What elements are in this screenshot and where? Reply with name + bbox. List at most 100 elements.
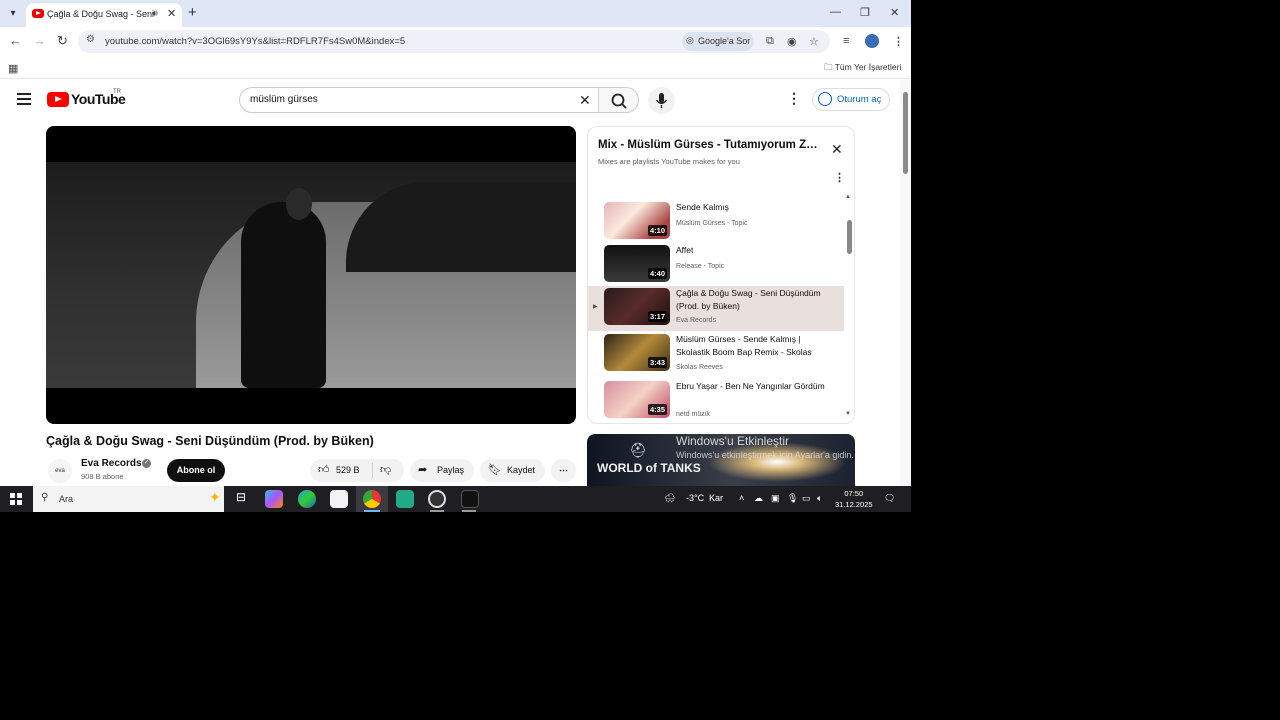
network-icon[interactable]: ▭ — [802, 493, 811, 504]
thumbnail: 3:17 — [604, 288, 670, 325]
maximize-icon[interactable]: ❐ — [860, 6, 870, 19]
voice-search-button[interactable] — [648, 87, 675, 114]
youtube-logo-icon[interactable] — [47, 92, 69, 107]
list-item[interactable]: 4:10 Sende Kalmış Müslüm Gürses - Topic — [588, 200, 844, 242]
scroll-up-icon[interactable]: ▲ — [845, 194, 851, 200]
url-text[interactable]: youtube.com/watch?v=3OGl69sY9Ys&list=RDF… — [105, 36, 405, 47]
more-actions-icon[interactable]: ⋯ — [551, 459, 576, 482]
activation-title: Windows'u Etkinleştir — [676, 434, 789, 448]
lens-icon: ◎ — [686, 35, 694, 45]
all-bookmarks-label: Tüm Yer İşaretleri — [834, 62, 902, 72]
playlist-subtitle: Mixes are playlists YouTube makes for yo… — [598, 157, 740, 166]
speaker-icon[interactable]: 🔊︎ — [152, 8, 158, 19]
browser-tab[interactable]: Çağla & Doğu Swag - Seni 🔊︎ ✕ — [26, 3, 182, 27]
chrome-icon[interactable] — [363, 490, 381, 508]
forward-icon[interactable]: → — [33, 33, 46, 48]
epic-games-icon[interactable] — [461, 490, 479, 508]
sign-in-label: Oturum aç — [837, 94, 882, 105]
playlist-more-icon[interactable]: ⋮ — [834, 171, 845, 184]
youtube-page: YouTube TR müslüm gürses ✕ ⋮ Oturum aç Ç… — [0, 80, 900, 486]
duration: 3:43 — [647, 357, 667, 368]
scroll-down-icon[interactable]: ▼ — [845, 411, 851, 417]
thumbnail: 3:43 — [604, 334, 670, 371]
channel-name[interactable]: Eva Records — [81, 458, 142, 469]
page-scrollbar[interactable] — [900, 80, 911, 486]
like-count[interactable]: 529 B — [336, 459, 360, 482]
verified-icon: ✓ — [142, 459, 151, 468]
tray-chevron-icon[interactable]: ˄ — [739, 493, 744, 503]
browser-toolbar: ← → ↻ ⚙ youtube.com/watch?v=3OGl69sY9Ys&… — [0, 27, 911, 57]
sign-in-button[interactable]: Oturum aç — [812, 88, 890, 111]
like-divider — [372, 463, 373, 478]
weather-temp[interactable]: -3°C — [686, 493, 704, 503]
tab-close-icon[interactable]: ✕ — [167, 7, 176, 20]
like-dislike-group: 👍︎ 529 B 👎︎ — [310, 459, 404, 482]
notifications-icon[interactable]: 🗨︎ — [884, 493, 895, 504]
tab-strip: ▾ Çağla & Doğu Swag - Seni 🔊︎ ✕ + — ❐ ✕ — [0, 0, 911, 27]
list-item[interactable]: 4:35 Ebru Yaşar - Ben Ne Yangınlar Gördü… — [588, 379, 844, 423]
site-info-icon[interactable]: ⚙ — [86, 34, 95, 45]
playlist-scroll-thumb[interactable] — [847, 220, 852, 254]
taskbar-search[interactable]: ⚲ Ara ✦ — [33, 486, 224, 512]
list-item[interactable]: 3:43 Müslüm Gürses - Sende Kalmış | Skol… — [588, 332, 844, 378]
minimize-icon[interactable]: — — [830, 6, 841, 18]
profile-avatar[interactable] — [865, 34, 879, 48]
windows-start-icon[interactable] — [10, 493, 22, 505]
chrome-menu-icon[interactable]: ⋮ — [893, 35, 904, 48]
all-bookmarks[interactable]: 🗀︎ Tüm Yer İşaretleri — [824, 62, 901, 76]
thumbnail: 4:40 — [604, 245, 670, 282]
tray-app-icon[interactable]: ▣ — [771, 493, 780, 504]
task-view-icon[interactable]: ⊟ — [232, 490, 250, 508]
video-player[interactable] — [46, 126, 576, 424]
like-icon[interactable]: 👍︎ — [318, 459, 330, 482]
bookmark-icon: 🔖︎ — [488, 464, 502, 476]
menu-icon[interactable] — [17, 93, 31, 108]
onedrive-icon[interactable]: ☁ — [754, 493, 763, 504]
weather-text[interactable]: Kar — [709, 493, 723, 503]
bookmark-star-icon[interactable]: ☆ — [809, 35, 819, 48]
dislike-icon[interactable]: 👎︎ — [380, 459, 391, 482]
search-button[interactable] — [598, 87, 639, 113]
duration: 4:35 — [647, 404, 667, 415]
copilot-icon[interactable] — [265, 490, 283, 508]
tank-helmet-icon: ⛑ — [629, 442, 647, 458]
page-scroll-thumb[interactable] — [903, 92, 908, 174]
store-icon[interactable] — [330, 490, 348, 508]
subscriber-count: 908 B abone — [81, 472, 124, 481]
apps-grid-icon[interactable]: ▦ — [8, 62, 18, 75]
window-close-icon[interactable]: ✕ — [890, 6, 899, 19]
duration: 4:10 — [647, 225, 667, 236]
edge-icon[interactable] — [298, 490, 316, 508]
back-icon[interactable]: ← — [9, 33, 22, 48]
clear-search-icon[interactable]: ✕ — [579, 92, 591, 109]
tracking-protection-icon[interactable]: ◉ — [787, 35, 797, 48]
settings-more-icon[interactable]: ⋮ — [787, 90, 801, 107]
calculator-icon[interactable] — [396, 490, 414, 508]
new-tab-icon[interactable]: + — [188, 4, 197, 21]
youtube-favicon-icon — [32, 9, 44, 18]
item-channel: Müslüm Gürses - Topic — [676, 220, 748, 227]
install-app-icon[interactable]: ⧉ — [766, 35, 774, 48]
epic-running-indicator — [462, 510, 476, 512]
reload-icon[interactable]: ↻ — [57, 33, 68, 49]
tab-search-chevron-icon[interactable]: ▾ — [4, 5, 22, 23]
microphone-tray-icon[interactable]: 🎙︎ — [787, 493, 798, 504]
google-ask-button[interactable]: ◎ Google'a Sor — [682, 32, 754, 51]
weather-icon[interactable]: 🌨︎ — [664, 493, 675, 504]
share-button[interactable]: ➦ Paylaş — [410, 459, 474, 482]
search-box[interactable]: müslüm gürses ✕ — [239, 87, 599, 113]
thumbnail: 4:10 — [604, 202, 670, 239]
subscribe-button[interactable]: Abone ol — [167, 459, 225, 482]
list-item-active[interactable]: ▶ 3:17 Çağla & Doğu Swag - Seni Düşündüm… — [588, 286, 844, 331]
channel-avatar[interactable]: eva — [48, 459, 72, 483]
media-controls-icon[interactable]: ≡ — [843, 35, 849, 47]
search-input[interactable]: müslüm gürses — [250, 94, 318, 105]
list-item[interactable]: 4:40 Affet Release - Topic — [588, 243, 844, 285]
save-button[interactable]: 🔖︎ Kaydet — [480, 459, 545, 482]
video-person-shape — [241, 202, 326, 388]
item-channel: Skolas Reeves — [676, 364, 723, 371]
recorder-icon[interactable] — [428, 490, 446, 508]
taskbar-clock[interactable]: 07:50 31.12.2025 — [835, 488, 873, 510]
close-playlist-icon[interactable]: ✕ — [831, 141, 843, 158]
volume-icon[interactable]: 🔈︎ — [817, 493, 822, 504]
